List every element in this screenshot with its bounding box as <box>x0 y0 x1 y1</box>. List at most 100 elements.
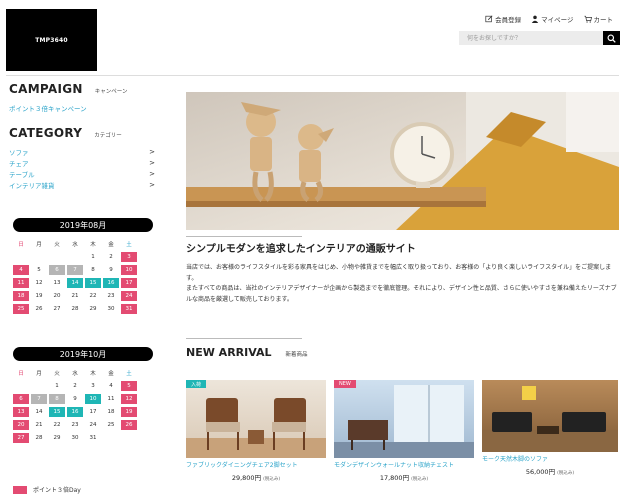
calendar-day: 11 <box>13 278 29 288</box>
chevron-right-icon: > <box>149 158 155 167</box>
user-icon <box>531 15 539 23</box>
calendar-day: 22 <box>53 422 61 428</box>
product-card[interactable]: NEW モダンデザインウォールナット収納チェスト 17,800円 (税込み) <box>334 380 474 482</box>
calendar-day: 30 <box>71 435 79 441</box>
product-card[interactable]: モーク天然木脚のソファ 56,000円 (税込み) <box>482 380 618 476</box>
calendar-day: 18 <box>107 409 115 415</box>
calendar-day: 4 <box>13 265 29 275</box>
chevron-right-icon: > <box>149 147 155 156</box>
calendar-day: 9 <box>109 267 113 273</box>
price-tax: (税込み) <box>263 477 281 482</box>
product-image[interactable]: NEW <box>334 380 474 458</box>
calendar-day: 25 <box>13 304 29 314</box>
category-item-sofa[interactable]: ソファ > <box>9 146 155 157</box>
calendar-day: 23 <box>71 422 79 428</box>
product-image[interactable] <box>482 380 618 452</box>
calendar-day: 23 <box>107 293 115 299</box>
weekday-header: 日 <box>18 242 24 248</box>
calendar-day: 17 <box>121 278 137 288</box>
calendar-day <box>31 252 47 262</box>
category-item-label: テーブル <box>9 170 35 179</box>
calendar-day: 16 <box>103 278 119 288</box>
calendar-day: 4 <box>109 383 113 389</box>
search-bar <box>459 31 620 45</box>
product-name[interactable]: モダンデザインウォールナット収納チェスト <box>334 461 474 470</box>
hero-photo-icon <box>186 92 619 230</box>
new-arrival-heading: NEW ARRIVAL 新着商品 <box>186 346 308 359</box>
top-navigation: 会員登録 マイページ カート <box>485 14 613 24</box>
category-item-interior-goods[interactable]: インテリア雑貨 > <box>9 179 155 190</box>
product-name[interactable]: ファブリックダイニングチェア2脚セット <box>186 461 326 470</box>
product-image[interactable]: 入荷 <box>186 380 326 458</box>
register-link[interactable]: 会員登録 <box>485 14 521 24</box>
calendar-day: 3 <box>91 383 95 389</box>
calendar-day <box>103 433 119 443</box>
calendar-day: 20 <box>53 293 61 299</box>
calendar-day: 15 <box>85 278 101 288</box>
calendar-day <box>13 381 29 391</box>
calendar-day: 14 <box>67 278 83 288</box>
price-value: 17,800円 <box>379 474 410 482</box>
hero-image <box>186 92 619 230</box>
cart-label: カート <box>593 16 614 24</box>
calendar-day: 2 <box>73 383 77 389</box>
chevron-right-icon: > <box>149 180 155 189</box>
edit-icon <box>485 15 493 23</box>
weekday-header: 水 <box>72 371 78 377</box>
calendar-day: 19 <box>121 407 137 417</box>
calendar-day: 27 <box>53 306 61 312</box>
site-logo[interactable]: TMP3640 <box>6 9 97 71</box>
calendar-day: 28 <box>35 435 43 441</box>
calendar-day <box>49 252 65 262</box>
calendar-day <box>121 433 137 443</box>
calendar-day: 22 <box>89 293 97 299</box>
calendar-caption: 2019年08月 <box>13 218 153 232</box>
product-card[interactable]: 入荷 ファブリックダイニングチェア2脚セット 29,800円 (税込み) <box>186 380 326 482</box>
calendar-day: 3 <box>121 252 137 262</box>
calendar-day: 29 <box>89 306 97 312</box>
calendar-day: 5 <box>121 381 137 391</box>
search-input[interactable] <box>459 31 603 45</box>
calendar-grid: 日月火水木金土 1 2 3 4 5 6 7 8 9 10 11 12 13 14 15 16 17 18 19 20 21… <box>11 365 139 446</box>
mypage-label: マイページ <box>541 16 574 24</box>
weekday-header: 土 <box>126 242 132 248</box>
category-item-table[interactable]: テーブル > <box>9 168 155 179</box>
product-price: 56,000円 (税込み) <box>482 466 618 476</box>
cart-link[interactable]: カート <box>583 14 614 24</box>
calendar-day: 26 <box>35 306 43 312</box>
legend-label: ポイント３倍Day <box>33 487 81 494</box>
calendar-day: 19 <box>35 293 43 299</box>
calendar-day: 31 <box>121 304 137 314</box>
mypage-link[interactable]: マイページ <box>531 14 574 24</box>
header-divider <box>6 75 619 76</box>
calendar-day: 25 <box>107 422 115 428</box>
sidebar: CAMPAIGN キャンペーン ポイント３倍キャンペーン CATEGORY カテ… <box>9 82 155 190</box>
calendar-day: 24 <box>89 422 97 428</box>
calendar-day: 18 <box>13 291 29 301</box>
weekday-header: 金 <box>108 371 114 377</box>
category-title: CATEGORY <box>9 126 83 140</box>
calendar-legend: ポイント３倍Day <box>13 485 81 494</box>
campaign-subtitle: キャンペーン <box>94 89 128 95</box>
calendar-day: 15 <box>49 407 65 417</box>
chevron-right-icon: > <box>149 169 155 178</box>
weekday-header: 木 <box>90 371 96 377</box>
new-arrival-divider <box>186 338 302 339</box>
calendar-day: 31 <box>89 435 97 441</box>
price-tax: (税込み) <box>557 471 575 476</box>
chair-photo-icon <box>186 398 326 458</box>
calendar-august: 2019年08月日月火水木金土 1 2 3 4 5 6 7 8 9 10 11 12 13 14 15 16 17… <box>13 218 153 317</box>
campaign-link[interactable]: ポイント３倍キャンペーン <box>9 103 155 113</box>
product-price: 17,800円 (税込み) <box>334 472 474 482</box>
category-item-label: ソファ <box>9 148 29 157</box>
price-value: 56,000円 <box>525 468 556 476</box>
calendar-day <box>67 252 83 262</box>
category-item-chair[interactable]: チェア > <box>9 157 155 168</box>
weekday-header: 水 <box>72 242 78 248</box>
product-name[interactable]: モーク天然木脚のソファ <box>482 455 618 464</box>
search-button[interactable] <box>603 31 620 45</box>
calendar-day: 21 <box>35 422 43 428</box>
calendar-day: 21 <box>71 293 79 299</box>
calendar-day: 16 <box>67 407 83 417</box>
calendar-day: 2 <box>109 254 113 260</box>
